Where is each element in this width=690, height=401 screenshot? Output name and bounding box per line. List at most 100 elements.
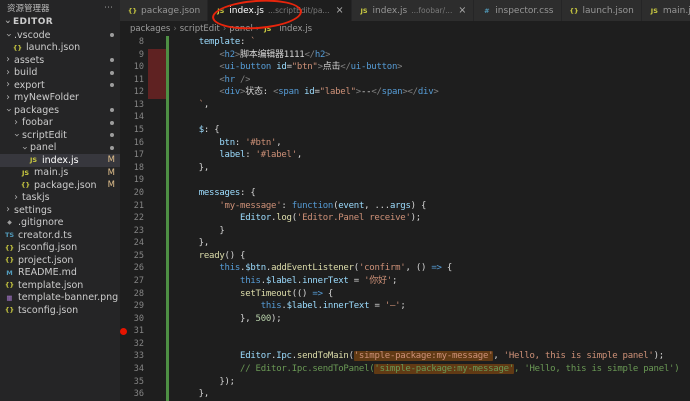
- code-line: 17 label: '#label',: [120, 149, 690, 162]
- code-text: this.$btn.addEventListener('confirm', ()…: [219, 263, 453, 274]
- tree-file-creator.d.ts[interactable]: TS creator.d.ts: [0, 229, 120, 242]
- gutter-decoration: [148, 388, 166, 401]
- code-line: 15 $: {: [120, 124, 690, 137]
- item-label: project.json: [18, 254, 74, 266]
- tab-inspector.css[interactable]: # inspector.css: [474, 0, 562, 21]
- tree-file-template.json[interactable]: {} template.json: [0, 279, 120, 292]
- tree-file-tsconfig.json[interactable]: {} tsconfig.json: [0, 304, 120, 317]
- line-number[interactable]: 35: [120, 376, 148, 389]
- line-number[interactable]: 9: [120, 49, 148, 62]
- tree-file-jsconfig.json[interactable]: {} jsconfig.json: [0, 242, 120, 255]
- breakpoint-icon[interactable]: [120, 327, 127, 335]
- tree-folder-myNewFolder[interactable]: › myNewFolder: [0, 92, 120, 105]
- breadcrumb-item-scriptEdit[interactable]: scriptEdit: [180, 24, 220, 34]
- gutter-decoration: [148, 212, 166, 225]
- tree-folder-scriptEdit[interactable]: › scriptEdit: [0, 129, 120, 142]
- line-number[interactable]: 34: [120, 363, 148, 376]
- breadcrumb-item-panel[interactable]: panel: [229, 24, 253, 34]
- gutter-decoration: [148, 124, 166, 137]
- close-icon[interactable]: ×: [336, 6, 344, 16]
- git-deleted-indicator: [148, 73, 166, 87]
- breadcrumb-separator: ›: [255, 23, 260, 34]
- tree-folder-settings[interactable]: › settings: [0, 204, 120, 217]
- line-number[interactable]: 12: [120, 86, 148, 99]
- tab-main.js[interactable]: JS main.js: [641, 0, 690, 21]
- tree-file-package.json[interactable]: {} package.json M: [0, 179, 120, 192]
- tree-folder-packages[interactable]: › packages: [0, 104, 120, 117]
- line-number[interactable]: 15: [120, 124, 148, 137]
- code-text: },: [178, 389, 210, 400]
- tree-file-README.md[interactable]: M README.md: [0, 267, 120, 280]
- code-editor[interactable]: 8 template: ` 9 <h2>脚本编辑器1111</h2> 10 <ui-…: [120, 36, 690, 401]
- gutter-decoration: [148, 225, 166, 238]
- section-editor[interactable]: › EDITOR: [0, 15, 120, 29]
- item-label: package.json: [34, 179, 97, 191]
- chevron-right-icon: ›: [6, 54, 10, 66]
- breadcrumb-item-packages[interactable]: packages: [130, 24, 170, 34]
- tree-folder-.vscode[interactable]: › .vscode: [0, 29, 120, 42]
- tree-folder-foobar[interactable]: › foobar: [0, 117, 120, 130]
- tab-package.json[interactable]: {} package.json: [120, 0, 209, 21]
- line-number[interactable]: 17: [120, 149, 148, 162]
- code-line: 13 `,: [120, 98, 690, 112]
- tree-folder-build[interactable]: › build: [0, 67, 120, 80]
- tab-launch.json[interactable]: {} launch.json: [561, 0, 642, 21]
- line-number[interactable]: 22: [120, 212, 148, 225]
- line-number[interactable]: 13: [120, 99, 148, 112]
- gutter-decoration: [148, 363, 166, 376]
- line-number[interactable]: 24: [120, 237, 148, 250]
- breadcrumb-item-index.js[interactable]: index.js: [279, 24, 312, 34]
- gutter-decoration: [148, 137, 166, 150]
- gutter-decoration: [148, 36, 166, 49]
- tree-folder-assets[interactable]: › assets: [0, 54, 120, 67]
- line-number[interactable]: 14: [120, 111, 148, 124]
- line-number[interactable]: 20: [120, 187, 148, 200]
- line-number[interactable]: 25: [120, 250, 148, 263]
- tab-index.js[interactable]: JS index.js ...foobar/... ×: [351, 0, 475, 21]
- code-text: },: [178, 162, 210, 173]
- tree-folder-export[interactable]: › export: [0, 79, 120, 92]
- close-icon[interactable]: ×: [458, 6, 466, 16]
- line-number[interactable]: 29: [120, 300, 148, 313]
- gutter-decoration: [148, 376, 166, 389]
- tree-file-launch.json[interactable]: {} launch.json: [0, 42, 120, 55]
- line-number[interactable]: 27: [120, 275, 148, 288]
- tree-file-.gitignore[interactable]: ◆ .gitignore: [0, 217, 120, 230]
- tree-folder-panel[interactable]: › panel: [0, 142, 120, 155]
- tree-file-index.js[interactable]: JS index.js M: [0, 154, 120, 167]
- css-file-icon: #: [484, 6, 490, 15]
- line-number[interactable]: 19: [120, 174, 148, 187]
- line-number[interactable]: 23: [120, 225, 148, 238]
- code-line: 36 },: [120, 388, 690, 401]
- line-number[interactable]: 32: [120, 338, 148, 351]
- line-number[interactable]: 28: [120, 288, 148, 301]
- line-number[interactable]: 26: [120, 262, 148, 275]
- code-line: 14: [120, 111, 690, 125]
- tree-file-template-banner.png[interactable]: ▦ template-banner.png: [0, 292, 120, 305]
- js-file-icon: JS: [264, 24, 272, 33]
- item-label: template.json: [18, 279, 84, 291]
- tree-file-main.js[interactable]: JS main.js M: [0, 167, 120, 180]
- line-number[interactable]: 11: [120, 74, 148, 87]
- tree-file-project.json[interactable]: {} project.json: [0, 254, 120, 267]
- line-number[interactable]: 18: [120, 162, 148, 175]
- item-label: packages: [14, 104, 60, 116]
- line-number[interactable]: 33: [120, 350, 148, 363]
- line-number[interactable]: 21: [120, 200, 148, 213]
- item-label: .vscode: [14, 29, 51, 41]
- line-number[interactable]: 30: [120, 313, 148, 326]
- more-actions-icon[interactable]: ⋯: [104, 3, 113, 13]
- line-number[interactable]: 36: [120, 388, 148, 401]
- code-line: 12 <div>状态: <span id="label">--</span></…: [120, 86, 690, 99]
- line-number[interactable]: 31: [120, 325, 148, 338]
- tree-folder-taskjs[interactable]: › taskjs: [0, 192, 120, 205]
- tab-label: index.js: [229, 5, 264, 16]
- line-number[interactable]: 8: [120, 36, 148, 49]
- line-number[interactable]: 16: [120, 137, 148, 150]
- tab-index.js[interactable]: JS index.js ...scriptEdit/pa... ×: [208, 0, 352, 21]
- gutter-decoration: [148, 338, 166, 351]
- gutter-decoration: [148, 250, 166, 263]
- line-number[interactable]: 10: [120, 61, 148, 74]
- vscode-window: 资源管理器 ⋯ › EDITOR › .vscode{} launch.json › a…: [0, 0, 690, 401]
- chevron-right-icon: ›: [14, 116, 18, 128]
